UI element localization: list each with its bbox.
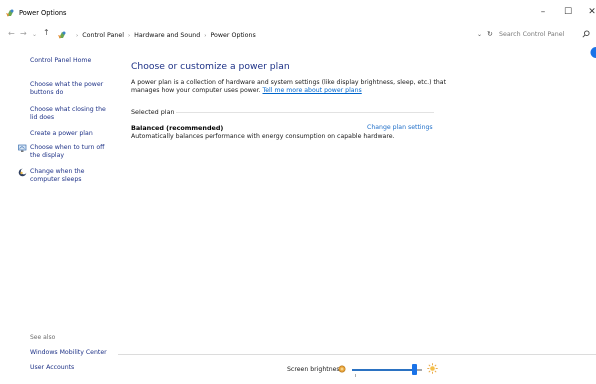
sidebar-power-buttons-link[interactable]: Choose what the power buttons do bbox=[30, 81, 114, 97]
slider-tick bbox=[355, 374, 356, 377]
search-box bbox=[496, 27, 592, 42]
page-title: Choose or customize a power plan bbox=[131, 61, 290, 72]
see-also-heading: See also bbox=[30, 334, 56, 341]
brightness-low-icon bbox=[338, 365, 346, 373]
brightness-high-icon bbox=[427, 363, 438, 374]
refresh-icon[interactable]: ↻ bbox=[487, 30, 493, 38]
breadcrumb-separator-icon[interactable]: › bbox=[76, 33, 78, 39]
footer-divider bbox=[118, 354, 596, 355]
sidebar-windows-mobility-center-link[interactable]: Windows Mobility Center bbox=[30, 349, 114, 357]
change-plan-settings-link[interactable]: Change plan settings bbox=[367, 124, 433, 131]
minimize-button[interactable]: – bbox=[535, 4, 551, 20]
sidebar-turn-off-display-link[interactable]: Choose when to turn off the display bbox=[30, 144, 114, 160]
sidebar-control-panel-home[interactable]: Control Panel Home bbox=[30, 57, 114, 65]
breadcrumb: › Control Panel › Hardware and Sound › Power … bbox=[72, 32, 256, 39]
forward-arrow-icon[interactable]: → bbox=[20, 29, 27, 38]
sidebar-create-plan-link[interactable]: Create a power plan bbox=[30, 130, 114, 138]
sidebar-user-accounts-link[interactable]: User Accounts bbox=[30, 364, 114, 372]
search-input[interactable] bbox=[496, 27, 578, 42]
screen-brightness-label: Screen brightness: bbox=[287, 366, 345, 373]
page-description: A power plan is a collection of hardware… bbox=[131, 79, 451, 95]
breadcrumb-power-options[interactable]: Power Options bbox=[210, 32, 255, 39]
maximize-button[interactable]: ☐ bbox=[560, 4, 576, 20]
sidebar-lid-closing-link[interactable]: Choose what closing the lid does bbox=[30, 106, 114, 122]
back-arrow-icon[interactable]: ← bbox=[8, 29, 15, 38]
monitor-shield-icon bbox=[18, 144, 27, 152]
address-dropdown-icon[interactable]: ⌄ bbox=[477, 31, 482, 38]
sidebar: Control Panel Home Choose what the power… bbox=[0, 44, 118, 384]
brightness-slider[interactable] bbox=[352, 364, 428, 378]
selected-plan-heading: Selected plan bbox=[131, 108, 175, 116]
power-options-icon bbox=[6, 9, 14, 17]
breadcrumb-hardware-and-sound[interactable]: Hardware and Sound bbox=[134, 32, 200, 39]
sidebar-computer-sleeps-link[interactable]: Change when the computer sleeps bbox=[30, 168, 114, 184]
close-button[interactable]: ✕ bbox=[584, 4, 596, 20]
breadcrumb-separator-icon[interactable]: › bbox=[204, 33, 206, 39]
search-icon[interactable] bbox=[582, 30, 590, 38]
slider-fill bbox=[352, 369, 414, 371]
help-icon[interactable] bbox=[590, 46, 596, 59]
recent-locations-chevron-icon[interactable]: ⌄ bbox=[32, 31, 37, 38]
control-panel-icon bbox=[58, 31, 66, 39]
window-title: Power Options bbox=[19, 9, 67, 17]
slider-thumb[interactable] bbox=[412, 364, 417, 375]
address-bar: ← → ⌄ ↑ › Control Panel › Hardware and Soun… bbox=[0, 26, 596, 44]
plan-name: Balanced (recommended) bbox=[131, 124, 224, 132]
breadcrumb-separator-icon[interactable]: › bbox=[128, 33, 130, 39]
breadcrumb-control-panel[interactable]: Control Panel bbox=[82, 32, 124, 39]
section-divider bbox=[176, 112, 434, 113]
moon-icon bbox=[18, 168, 27, 177]
up-arrow-icon[interactable]: ↑ bbox=[43, 28, 50, 37]
tell-me-more-link[interactable]: Tell me more about power plans bbox=[263, 87, 362, 94]
plan-description: Automatically balances performance with … bbox=[131, 133, 395, 140]
title-bar: Power Options – ☐ ✕ bbox=[0, 0, 596, 26]
